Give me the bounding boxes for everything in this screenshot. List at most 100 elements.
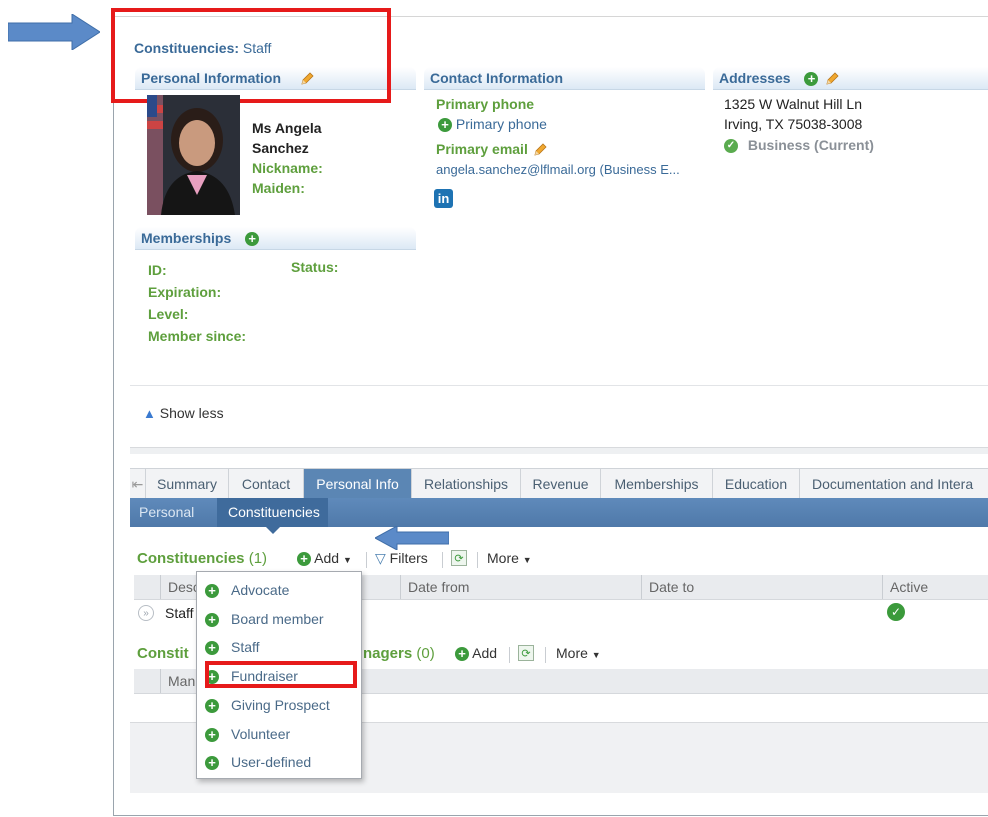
membership-id-label: ID: bbox=[148, 262, 167, 278]
add-label: Add bbox=[472, 645, 498, 661]
constituent-name: Ms Angela Sanchez bbox=[252, 118, 322, 158]
primary-email-value[interactable]: angela.sanchez@lflmail.org (Business E..… bbox=[436, 162, 680, 177]
add-primary-phone-link[interactable]: + Primary phone bbox=[438, 116, 547, 133]
tab-revenue[interactable]: Revenue bbox=[521, 469, 601, 499]
add-icon: + bbox=[205, 641, 219, 656]
active-tab-pointer-icon bbox=[266, 527, 280, 534]
menu-item-label: Board member bbox=[231, 611, 324, 627]
menu-item-advocate[interactable]: + Advocate bbox=[205, 579, 289, 601]
constituent-photo bbox=[147, 95, 240, 215]
constituencies-count: (1) bbox=[248, 550, 268, 567]
addresses-header: Addresses + bbox=[713, 67, 988, 90]
constituencies-section-title: Constituencies (1) bbox=[137, 550, 267, 567]
menu-item-giving-prospect[interactable]: + Giving Prospect bbox=[205, 694, 330, 716]
add-icon: + bbox=[205, 613, 219, 628]
menu-item-label: Giving Prospect bbox=[231, 697, 330, 713]
tab-summary[interactable]: Summary bbox=[146, 469, 229, 499]
expand-row-icon[interactable]: » bbox=[138, 605, 154, 621]
memberships-header: Memberships + bbox=[135, 227, 416, 250]
subtab-constituencies[interactable]: Constituencies bbox=[217, 498, 328, 527]
constituency-row-description: Staff bbox=[165, 605, 194, 621]
tab-education[interactable]: Education bbox=[713, 469, 800, 499]
add-primary-phone-label: Primary phone bbox=[455, 116, 547, 132]
nickname-maiden-block: Nickname: Maiden: bbox=[252, 158, 323, 198]
filter-icon: ▽ bbox=[375, 550, 386, 566]
name-line-1: Ms Angela bbox=[252, 120, 322, 136]
sub-tab-bar: Personal Constituencies bbox=[130, 498, 988, 527]
column-date-to[interactable]: Date to bbox=[649, 575, 694, 599]
tab-contact[interactable]: Contact bbox=[229, 469, 304, 499]
managers-count: (0) bbox=[416, 645, 435, 662]
toolbar-separator bbox=[509, 647, 510, 663]
menu-item-volunteer[interactable]: + Volunteer bbox=[205, 723, 290, 745]
add-label: Add bbox=[314, 550, 340, 566]
primary-email-label: Primary email bbox=[436, 141, 528, 157]
address-line-1: 1325 W Walnut Hill Ln bbox=[724, 96, 862, 112]
subtab-personal[interactable]: Personal bbox=[130, 498, 205, 527]
edit-pencil-icon[interactable] bbox=[532, 142, 548, 158]
tab-relationships[interactable]: Relationships bbox=[412, 469, 521, 499]
primary-email-row: Primary email bbox=[436, 141, 548, 158]
add-icon: + bbox=[205, 584, 219, 599]
toolbar-separator bbox=[366, 552, 367, 568]
show-less-link[interactable]: ▲ Show less bbox=[143, 405, 224, 421]
add-icon: + bbox=[297, 552, 311, 567]
add-icon: + bbox=[205, 756, 219, 771]
contact-info-title: Contact Information bbox=[430, 70, 563, 86]
check-icon: ✓ bbox=[724, 139, 738, 154]
menu-item-staff[interactable]: + Staff bbox=[205, 636, 260, 658]
active-check-icon: ✓ bbox=[887, 603, 905, 621]
add-membership-icon[interactable]: + bbox=[245, 232, 260, 247]
column-manager[interactable]: Man bbox=[168, 669, 195, 693]
add-icon: + bbox=[205, 728, 219, 743]
address-block: 1325 W Walnut Hill Ln Irving, TX 75038-3… bbox=[724, 94, 862, 134]
membership-expiration-label: Expiration: bbox=[148, 284, 222, 300]
maiden-label: Maiden: bbox=[252, 180, 305, 196]
refresh-icon[interactable]: ⟳ bbox=[451, 550, 467, 566]
menu-item-label: User-defined bbox=[231, 754, 312, 770]
more-label: More bbox=[487, 550, 519, 566]
column-date-from[interactable]: Date from bbox=[408, 575, 469, 599]
show-less-label: Show less bbox=[159, 405, 224, 421]
caret-down-icon: ▼ bbox=[522, 555, 532, 565]
contact-info-header: Contact Information bbox=[424, 67, 705, 90]
nickname-label: Nickname: bbox=[252, 160, 323, 176]
name-line-2: Sanchez bbox=[252, 140, 309, 156]
constituencies-title: Constituencies bbox=[137, 550, 245, 567]
menu-item-user-defined[interactable]: + User-defined bbox=[205, 751, 311, 773]
menu-item-label: Advocate bbox=[231, 582, 290, 598]
managers-title-start: Constit bbox=[137, 645, 189, 662]
edit-pencil-icon[interactable] bbox=[824, 71, 840, 87]
primary-phone-label: Primary phone bbox=[436, 96, 535, 112]
managers-section-title-end: nagers (0) bbox=[363, 645, 435, 662]
managers-more-button[interactable]: More ▼ bbox=[556, 645, 601, 661]
column-active[interactable]: Active bbox=[890, 575, 928, 599]
linkedin-icon[interactable]: in bbox=[434, 189, 453, 208]
highlight-box-constituencies bbox=[111, 8, 391, 103]
managers-add-button[interactable]: + Add bbox=[455, 645, 498, 662]
more-label: More bbox=[556, 645, 588, 661]
caret-down-icon: ▼ bbox=[591, 650, 601, 660]
addresses-title: Addresses bbox=[719, 70, 791, 86]
constituencies-add-button[interactable]: + Add ▼ bbox=[297, 550, 352, 567]
membership-status-label: Status: bbox=[291, 259, 339, 275]
memberships-title: Memberships bbox=[141, 230, 232, 246]
caret-down-icon: ▼ bbox=[342, 555, 352, 565]
address-type: ✓ Business (Current) bbox=[724, 137, 874, 154]
tab-documentation[interactable]: Documentation and Intera bbox=[800, 469, 988, 499]
divider bbox=[130, 385, 988, 386]
add-address-icon[interactable]: + bbox=[804, 72, 819, 87]
refresh-icon[interactable]: ⟳ bbox=[518, 645, 534, 661]
tab-scroll-left-icon[interactable]: ⇤ bbox=[130, 469, 146, 499]
add-icon: + bbox=[455, 647, 469, 662]
callout-arrow-small-icon bbox=[375, 526, 449, 550]
tab-personal-info[interactable]: Personal Info bbox=[304, 469, 412, 499]
tab-memberships[interactable]: Memberships bbox=[601, 469, 713, 499]
highlight-box-fundraiser bbox=[205, 661, 357, 688]
more-button[interactable]: More ▼ bbox=[487, 550, 532, 566]
add-icon: + bbox=[438, 118, 452, 133]
address-line-2: Irving, TX 75038-3008 bbox=[724, 116, 863, 132]
menu-item-board-member[interactable]: + Board member bbox=[205, 608, 324, 630]
filters-button[interactable]: ▽ Filters bbox=[375, 550, 428, 567]
managers-section-title: Constit bbox=[137, 645, 189, 662]
